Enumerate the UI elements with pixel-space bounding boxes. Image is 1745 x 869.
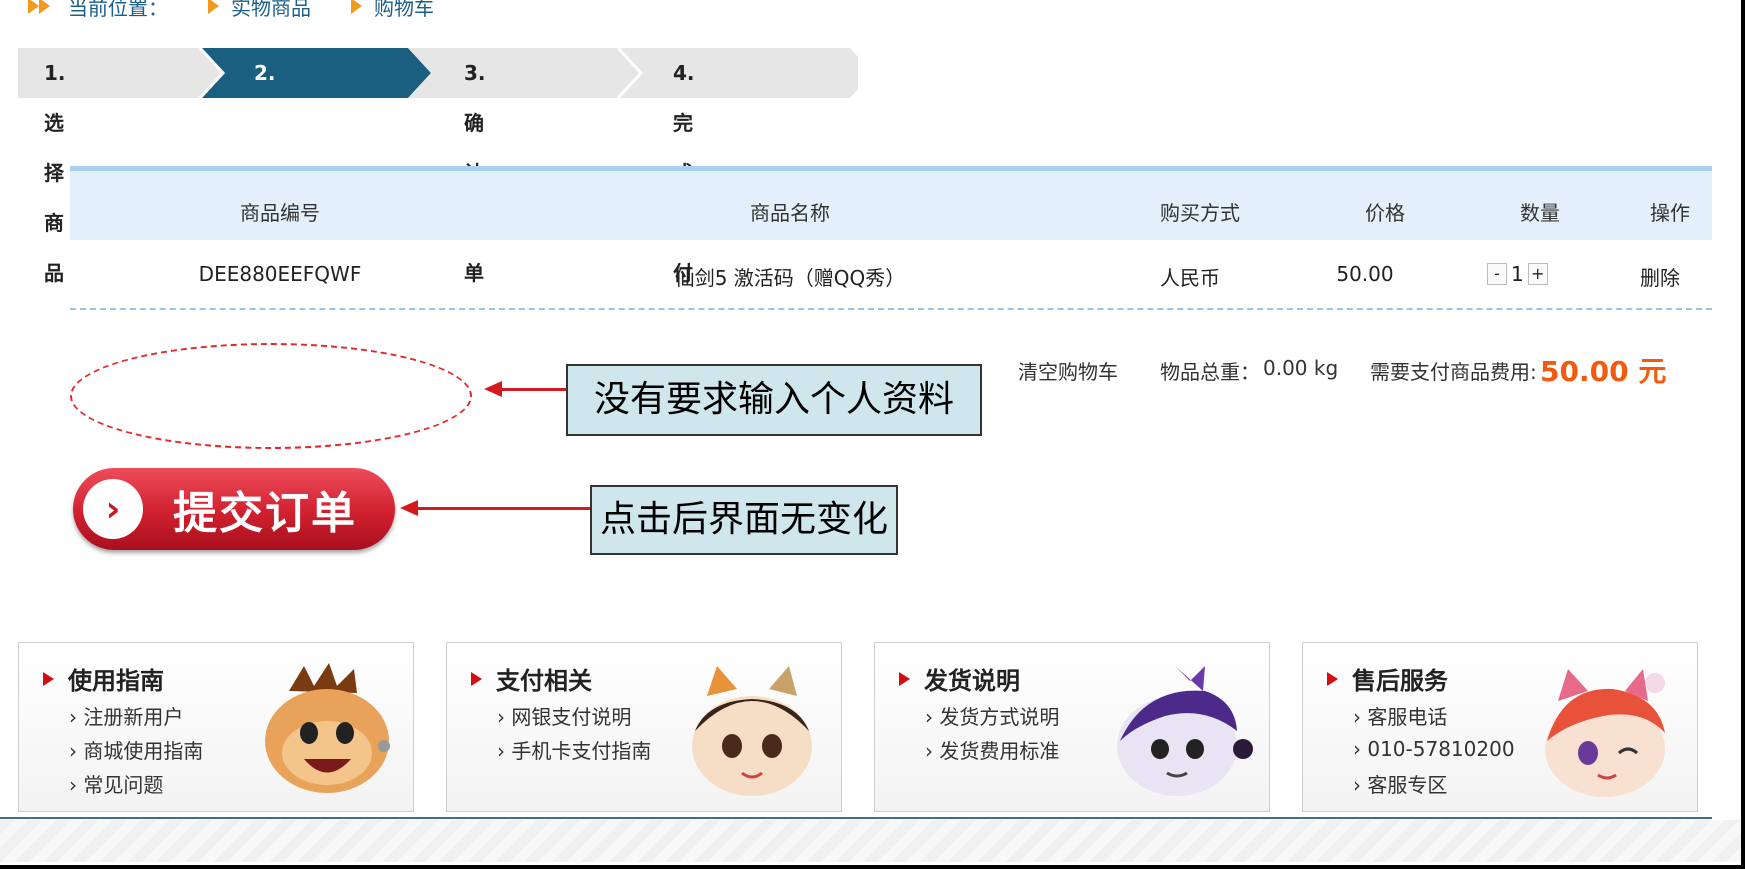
arrow-icon <box>351 0 362 14</box>
submit-order-label: 提交订单 <box>173 488 357 539</box>
triangle-bullet-icon <box>899 671 910 686</box>
triangle-bullet-icon <box>43 671 54 686</box>
col-header-price: 价格 <box>1365 201 1405 225</box>
footer-divider <box>0 817 1712 819</box>
step-2-shape <box>200 48 431 98</box>
quantity-stepper: - 1 + <box>1487 262 1548 286</box>
mascot-icon <box>265 663 390 793</box>
footer-link[interactable]: › 常见问题 <box>69 769 163 798</box>
footer-link[interactable]: › 手机卡支付指南 <box>497 735 651 764</box>
total-weight-label: 物品总重： <box>1160 360 1260 384</box>
mascot-icon <box>1545 669 1665 797</box>
footer-box-payment: 支付相关 › 网银支付说明 › 手机卡支付指南 <box>446 642 842 812</box>
quantity-plus-button[interactable]: + <box>1527 263 1548 285</box>
footer-box-title: 使用指南 <box>43 661 164 696</box>
step-3-shape <box>408 48 641 98</box>
step-4-shape <box>618 48 858 98</box>
pay-amount-label: 需要支付商品费用: <box>1370 360 1537 384</box>
row-divider <box>70 308 1712 310</box>
breadcrumb-label: 当前位置： <box>68 0 168 20</box>
footer-box-shipping: 发货说明 › 发货方式说明 › 发货费用标准 <box>874 642 1270 812</box>
total-weight-value: 0.00 kg <box>1263 356 1339 380</box>
mascot-icon <box>1117 666 1253 796</box>
delete-link[interactable]: 删除 <box>1630 262 1690 291</box>
annotation-arrow-1-line <box>500 388 568 391</box>
breadcrumb-item-cart[interactable]: 购物车 <box>374 0 434 21</box>
triangle-bullet-icon <box>471 671 482 686</box>
purchase-method: 人民币 <box>1160 266 1220 290</box>
clear-cart-link[interactable]: 清空购物车 <box>1018 356 1118 385</box>
col-header-action: 操作 <box>1650 201 1690 225</box>
missing-info-highlight <box>70 343 472 449</box>
step-bar <box>18 48 858 98</box>
product-price: 50.00 <box>1336 262 1394 286</box>
footer-link[interactable]: › 客服专区 <box>1353 769 1447 798</box>
window-border-right <box>1741 0 1745 869</box>
col-header-qty: 数量 <box>1520 201 1560 225</box>
arrow-icon <box>208 0 219 14</box>
product-name[interactable]: 仙剑5 激活码（赠QQ秀） <box>640 262 940 291</box>
annotation-note-1: 没有要求输入个人资料 <box>566 364 982 436</box>
footer-box-aftersales: 售后服务 › 客服电话 › 010-57810200 › 客服专区 <box>1302 642 1698 812</box>
footer-background <box>0 820 1745 862</box>
breadcrumb-item-physical[interactable]: 实物商品 <box>231 0 311 21</box>
product-code: DEE880EEFQWF <box>198 262 362 286</box>
col-header-name: 商品名称 <box>750 201 830 225</box>
cart-table-header: 商品编号 商品名称 购买方式 价格 数量 操作 <box>70 166 1712 240</box>
quantity-minus-button[interactable]: - <box>1487 263 1507 285</box>
quantity-value[interactable]: 1 <box>1511 262 1524 286</box>
footer-link[interactable]: › 客服电话 <box>1353 701 1447 730</box>
footer-link[interactable]: › 发货方式说明 <box>925 701 1059 730</box>
triangle-bullet-icon <box>1327 671 1338 686</box>
annotation-note-2-text: 点击后界面无变化 <box>599 499 888 540</box>
pay-amount-value: 50.00 元 <box>1540 355 1667 388</box>
footer-link[interactable]: › 注册新用户 <box>69 701 183 730</box>
annotation-note-1-text: 没有要求输入个人资料 <box>593 379 954 420</box>
footer-box-title: 发货说明 <box>899 661 1020 696</box>
footer-link[interactable]: › 发货费用标准 <box>925 735 1059 764</box>
mascot-icon <box>692 666 812 796</box>
footer-phone: › 010-57810200 <box>1353 737 1515 761</box>
footer-box-guide: 使用指南 › 注册新用户 › 商城使用指南 › 常见问题 <box>18 642 414 812</box>
annotation-arrow-2-line <box>416 507 590 510</box>
submit-order-button[interactable]: › 提交订单 <box>73 468 395 550</box>
breadcrumb: 当前位置： 实物商品 购物车 <box>28 0 434 21</box>
footer-box-title: 售后服务 <box>1327 661 1448 696</box>
footer-link[interactable]: › 商城使用指南 <box>69 735 203 764</box>
footer-link[interactable]: › 网银支付说明 <box>497 701 631 730</box>
col-header-code: 商品编号 <box>240 201 320 225</box>
footer-box-title: 支付相关 <box>471 661 592 696</box>
chevron-right-icon: › <box>83 479 143 539</box>
col-header-method: 购买方式 <box>1160 201 1240 225</box>
annotation-note-2: 点击后界面无变化 <box>590 485 898 555</box>
window-border-bottom <box>0 865 1745 869</box>
double-arrow-icon <box>28 0 50 14</box>
